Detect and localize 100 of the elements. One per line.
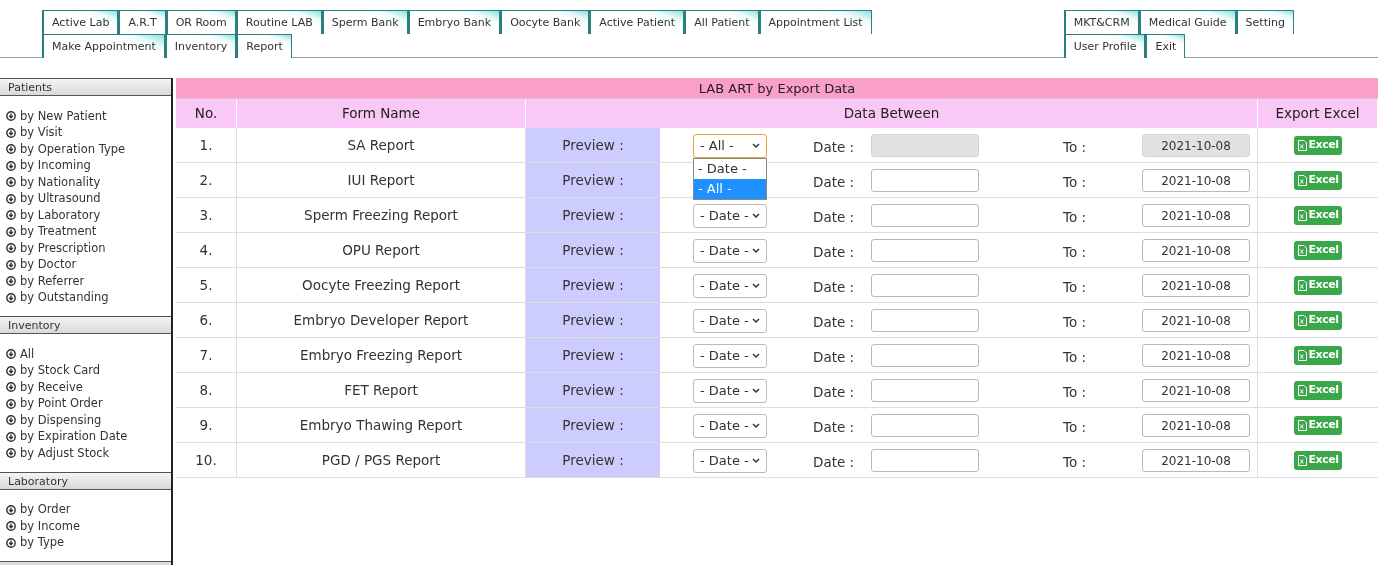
sidebar-link[interactable]: by Operation Type (20, 140, 126, 158)
table-cell: 5. (176, 268, 237, 302)
table-cell: 2. (176, 163, 237, 197)
date-filter-select[interactable]: - Date - (693, 449, 767, 473)
sidebar-link[interactable]: by Outstanding (20, 289, 109, 307)
circle-arrow-icon (6, 243, 16, 254)
sidebar-link[interactable]: by Prescription (20, 239, 106, 257)
sidebar-link[interactable]: by Type (20, 534, 65, 552)
nav-tab[interactable]: Sperm Bank (321, 10, 408, 34)
field-label: Date : (813, 383, 855, 402)
nav-tab[interactable]: Report (236, 34, 292, 58)
nav-tab[interactable]: Routine LAB (235, 10, 322, 34)
date-filter-select[interactable]: - Date - (693, 379, 767, 403)
circle-arrow-icon (6, 365, 16, 376)
date-input[interactable] (871, 239, 979, 262)
to-date-input[interactable]: 2021-10-08 (1142, 414, 1250, 437)
nav-tab[interactable]: Oocyte Bank (500, 10, 590, 34)
table-cell: 9. (176, 408, 237, 442)
spreadsheet-icon (1297, 384, 1307, 396)
circle-arrow-icon (6, 276, 16, 287)
sidebar-link[interactable]: by Nationality (20, 173, 101, 191)
date-input[interactable] (871, 449, 979, 472)
field-label: Date : (813, 138, 855, 157)
field-label: To : (1063, 173, 1087, 192)
nav-tab[interactable]: Active Patient (589, 10, 685, 34)
date-input[interactable] (871, 414, 979, 437)
spreadsheet-icon (1297, 244, 1307, 256)
to-date-input[interactable]: 2021-10-08 (1142, 169, 1250, 192)
date-filter-select[interactable]: - Date - (693, 239, 767, 263)
caret-icon (752, 248, 760, 254)
nav-tab[interactable]: Make Appointment (42, 34, 165, 58)
to-date-input[interactable]: 2021-10-08 (1142, 274, 1250, 297)
circle-arrow-icon (6, 448, 16, 459)
nav-tab[interactable]: All Patient (684, 10, 759, 34)
nav-tab[interactable]: OR Room (165, 10, 236, 34)
date-filter-select[interactable]: - Date - (693, 414, 767, 438)
sidebar-link[interactable]: by Treatment (20, 223, 97, 241)
sidebar-link[interactable]: by Stock Card (20, 362, 101, 380)
to-date-input[interactable]: 2021-10-08 (1142, 239, 1250, 262)
date-filter-select[interactable]: - Date - (693, 309, 767, 333)
sidebar-link[interactable]: by Doctor (20, 256, 77, 274)
nav-tab[interactable]: Inventory (164, 34, 237, 58)
sidebar-link[interactable]: by Incoming (20, 157, 91, 175)
sidebar-link[interactable]: by Ultrasound (20, 190, 101, 208)
date-input[interactable] (871, 274, 979, 297)
sidebar-link[interactable]: by New Patient (20, 107, 107, 125)
field-label: To : (1063, 243, 1087, 262)
date-filter-select[interactable]: - Date - (693, 344, 767, 368)
table-cell: 1. (176, 128, 237, 162)
circle-arrow-icon (6, 226, 16, 237)
circle-arrow-icon (6, 193, 16, 204)
caret-icon (752, 458, 760, 464)
date-input[interactable] (871, 169, 979, 192)
sidebar-link[interactable]: by Dispensing (20, 411, 102, 429)
date-input[interactable] (871, 204, 979, 227)
nav-tab[interactable]: Medical Guide (1138, 10, 1236, 34)
nav-tab[interactable]: Embryo Bank (407, 10, 501, 34)
field-label: Date : (813, 313, 855, 332)
preview-cell: Preview : (526, 443, 661, 477)
to-date-input[interactable]: 2021-10-08 (1142, 309, 1250, 332)
spreadsheet-icon (1297, 349, 1307, 361)
section-header[interactable]: Patients (0, 78, 171, 96)
date-filter-select[interactable]: - Date - (693, 274, 767, 298)
sidebar-link[interactable]: by Point Order (20, 395, 103, 413)
column-header: No. (176, 99, 237, 128)
nav-tab[interactable]: Active Lab (42, 10, 119, 34)
to-date-input[interactable]: 2021-10-08 (1142, 204, 1250, 227)
nav-tab[interactable]: MKT&CRM (1063, 10, 1139, 34)
sidebar-link[interactable]: by Receive (20, 378, 83, 396)
sidebar-link[interactable]: by Laboratory (20, 206, 101, 224)
caret-icon (752, 318, 760, 324)
section-header[interactable]: Laboratory (0, 471, 171, 490)
date-input[interactable] (871, 344, 979, 367)
to-date-input[interactable]: 2021-10-08 (1142, 379, 1250, 402)
nav-tab[interactable]: A.R.T (118, 10, 166, 34)
nav-tab[interactable]: User Profile (1063, 34, 1146, 58)
caret-icon (752, 353, 760, 359)
date-filter-select[interactable]: - Date - (693, 204, 767, 228)
nav-tab[interactable]: Exit (1145, 34, 1186, 58)
sidebar-link[interactable]: by Expiration Date (20, 428, 128, 446)
to-date-input[interactable]: 2021-10-08 (1142, 449, 1250, 472)
field-label: To : (1063, 313, 1087, 332)
section-header[interactable]: Inventory (0, 316, 171, 334)
date-input[interactable] (871, 379, 979, 402)
table-cell: 4. (176, 233, 237, 267)
sidebar-link[interactable]: by Referrer (20, 272, 85, 290)
sidebar-link[interactable]: All (20, 345, 35, 363)
date-input[interactable] (871, 309, 979, 332)
sidebar-link[interactable]: by Order (20, 501, 71, 519)
preview-cell: Preview : (526, 128, 661, 162)
nav-tab[interactable]: Appointment List (758, 10, 872, 34)
nav-tab[interactable]: Setting (1235, 10, 1294, 34)
field-label: To : (1063, 278, 1087, 297)
sidebar-link[interactable]: by Adjust Stock (20, 444, 110, 462)
spreadsheet-icon (1297, 279, 1307, 291)
circle-arrow-icon (6, 144, 16, 155)
sidebar-link[interactable]: by Visit (20, 124, 63, 142)
sidebar-link[interactable]: by Income (20, 517, 81, 535)
to-date-input[interactable]: 2021-10-08 (1142, 344, 1250, 367)
table-cell: 6. (176, 303, 237, 337)
